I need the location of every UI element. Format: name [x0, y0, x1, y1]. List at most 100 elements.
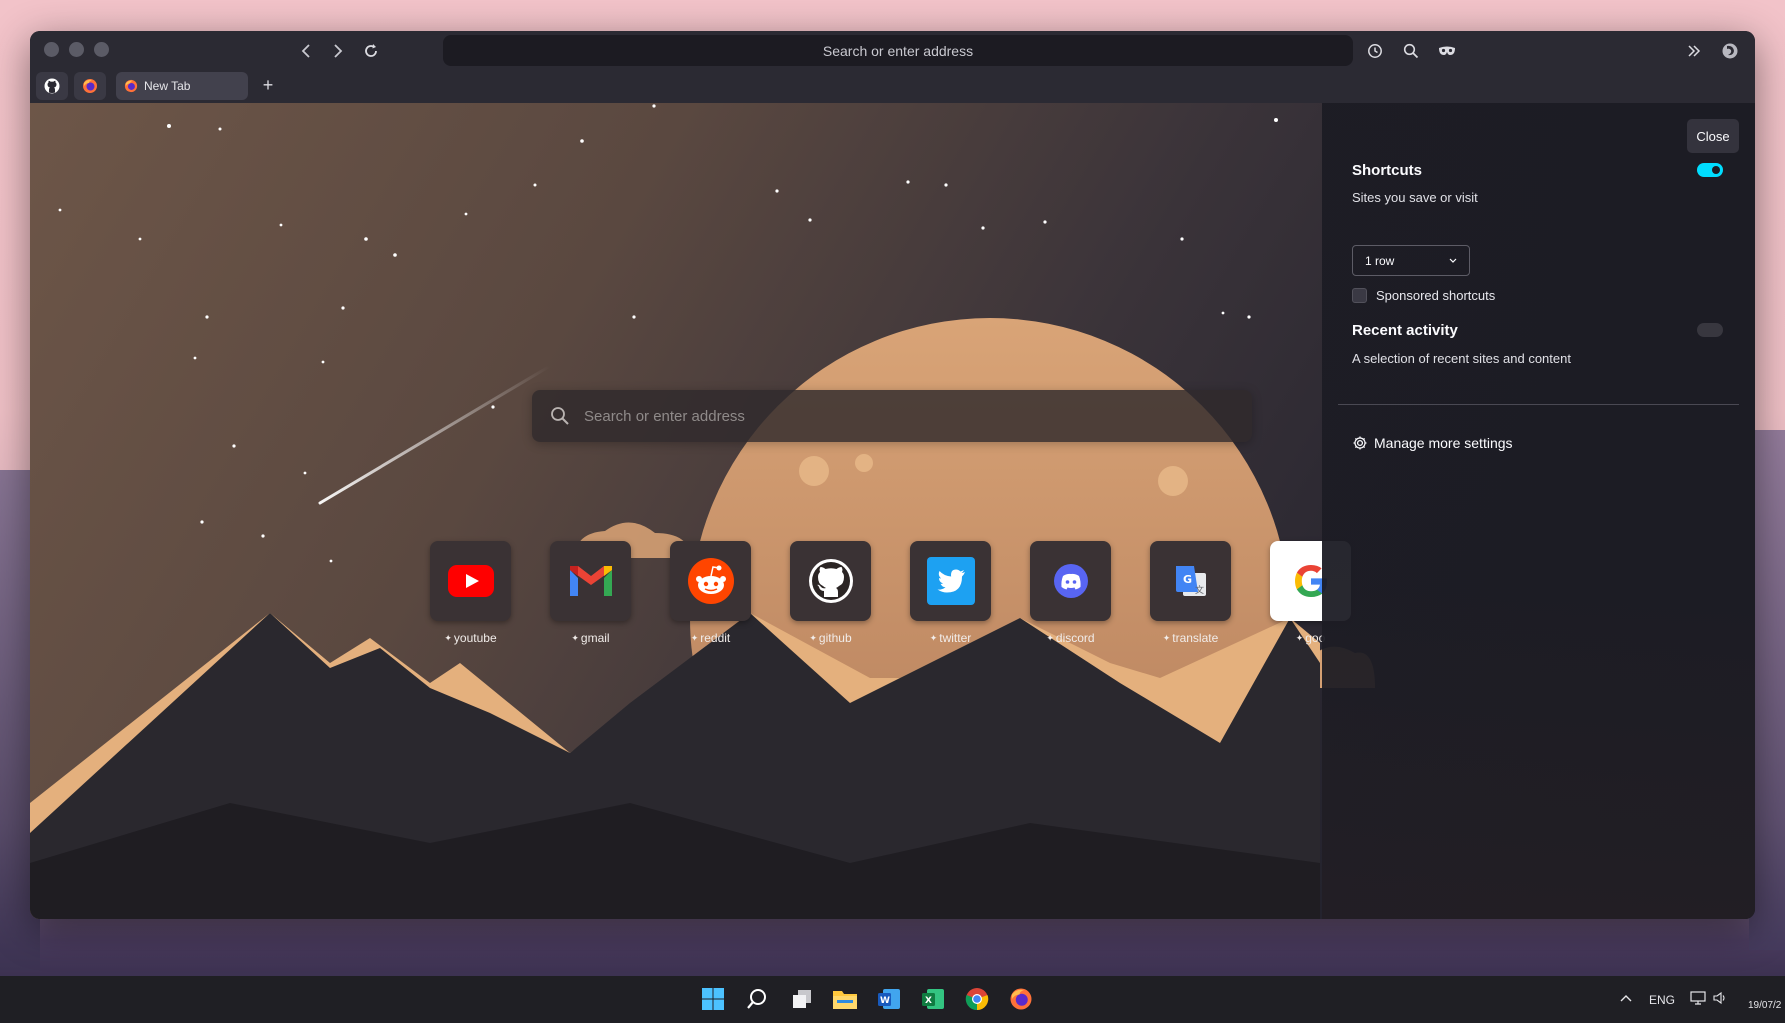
plus-icon: +: [262, 74, 274, 95]
shortcut-label: youtube: [453, 631, 497, 645]
rows-select[interactable]: 1 row: [1352, 245, 1470, 276]
sponsored-shortcuts-checkbox[interactable]: [1352, 288, 1367, 303]
private-mask-button[interactable]: [1435, 39, 1459, 63]
customize-panel: Close Shortcuts Sites you save or visit …: [1322, 103, 1755, 919]
network-icon[interactable]: [1690, 991, 1706, 1008]
gmail-icon: [569, 566, 612, 596]
github-icon: [808, 559, 853, 603]
google-translate-icon: G文: [1175, 566, 1206, 596]
shortcut-label: discord: [1055, 631, 1095, 645]
recent-activity-toggle[interactable]: [1697, 323, 1723, 337]
shortcut-tile: [1030, 541, 1111, 621]
taskbar-word[interactable]: W: [874, 984, 904, 1014]
shortcut-grid: ✦ youtube ✦ gmail ✦ reddit ✦ github ✦ tw…: [430, 541, 1351, 645]
taskbar-date[interactable]: 19/07/2: [1748, 1000, 1781, 1011]
taskbar-firefox[interactable]: [1006, 984, 1036, 1014]
taskbar: W X ENG 19/07/2: [0, 976, 1785, 1023]
tab-title: New Tab: [144, 79, 191, 93]
gear-icon: [1353, 436, 1367, 450]
taskbar-excel[interactable]: X: [918, 984, 948, 1014]
twitter-icon: [926, 557, 975, 605]
double-chevron-right-icon: [1688, 45, 1701, 57]
task-view-button[interactable]: [787, 984, 817, 1014]
reddit-icon: [687, 558, 734, 604]
account-button[interactable]: [1718, 39, 1742, 63]
pinned-tab-github[interactable]: [36, 72, 68, 100]
rows-select-value: 1 row: [1365, 253, 1395, 268]
pin-icon: ✦: [1295, 632, 1304, 643]
reload-button[interactable]: [357, 37, 385, 65]
speaker-icon: [1713, 991, 1725, 1005]
forward-button[interactable]: [324, 37, 352, 65]
sponsored-shortcuts-row[interactable]: Sponsored shortcuts: [1352, 288, 1495, 303]
divider: [1338, 404, 1739, 405]
pin-icon: ✦: [929, 632, 938, 643]
shortcut-reddit[interactable]: ✦ reddit: [670, 541, 751, 645]
shortcut-youtube[interactable]: ✦ youtube: [430, 541, 511, 645]
pin-icon: ✦: [444, 632, 452, 643]
window-maximize-dot[interactable]: [94, 42, 109, 57]
taskbar-search-button[interactable]: [742, 984, 772, 1014]
chevron-down-icon: [1449, 258, 1457, 263]
shortcuts-subtitle: Sites you save or visit: [1352, 190, 1478, 205]
svg-text:W: W: [880, 996, 890, 1006]
pin-icon: ✦: [1162, 632, 1171, 643]
address-bar-placeholder: Search or enter address: [822, 42, 974, 59]
folder-icon: [833, 991, 857, 1009]
shortcut-twitter[interactable]: ✦ twitter: [910, 541, 991, 645]
clock-icon: [1368, 44, 1382, 58]
shortcut-tile: [670, 541, 751, 621]
shortcut-gmail[interactable]: ✦ gmail: [550, 541, 631, 645]
search-button[interactable]: [1399, 39, 1423, 63]
mask-icon: [1439, 46, 1455, 55]
manage-settings-link[interactable]: Manage more settings: [1352, 435, 1513, 451]
recent-activity-subtitle: A selection of recent sites and content: [1352, 351, 1571, 366]
firefox-icon: [124, 79, 138, 93]
tab-new-tab[interactable]: New Tab: [116, 72, 248, 100]
shortcut-label: github: [818, 631, 852, 645]
firefox-icon: [1010, 988, 1032, 1010]
taskbar-file-explorer[interactable]: [830, 984, 860, 1014]
discord-icon: [1053, 564, 1088, 598]
recent-activity-title: Recent activity: [1352, 322, 1458, 339]
search-icon: [1403, 43, 1419, 59]
window-close-dot[interactable]: [44, 42, 59, 57]
shortcut-translate[interactable]: G文 ✦ translate: [1150, 541, 1231, 645]
new-tab-page: ✦youtube ✦gmail ✦reddit ✦github: [30, 103, 1755, 919]
shortcut-tile: [550, 541, 631, 621]
pin-icon: ✦: [690, 632, 699, 643]
svg-text:G: G: [1183, 573, 1192, 586]
tab-strip: New Tab +: [30, 70, 1755, 102]
shortcuts-toggle[interactable]: [1697, 163, 1723, 177]
start-button[interactable]: [698, 984, 728, 1014]
shortcut-label: twitter: [939, 631, 972, 645]
back-button[interactable]: [292, 37, 320, 65]
firefox-icon: [83, 79, 97, 93]
volume-icon[interactable]: [1713, 991, 1727, 1008]
close-button[interactable]: Close: [1687, 119, 1739, 153]
shortcut-tile: [910, 541, 991, 621]
shortcut-discord[interactable]: ✦ discord: [1030, 541, 1111, 645]
shortcut-tile: [430, 541, 511, 621]
pinned-tab-firefox[interactable]: [74, 72, 106, 100]
chrome-icon: [965, 988, 989, 1011]
history-button[interactable]: [1363, 39, 1387, 63]
address-bar[interactable]: Search or enter address: [443, 35, 1353, 66]
pin-icon: ✦: [809, 632, 817, 643]
overflow-menu-button[interactable]: [1682, 39, 1706, 63]
shortcut-github[interactable]: ✦ github: [790, 541, 871, 645]
shortcut-label: translate: [1172, 631, 1219, 645]
newtab-search-input[interactable]: [584, 407, 1144, 425]
chevron-left-icon: [301, 44, 310, 58]
windows-icon: [702, 988, 724, 1010]
language-indicator[interactable]: ENG: [1649, 993, 1675, 1007]
new-tab-button[interactable]: +: [256, 73, 280, 97]
shortcut-tile: [790, 541, 871, 621]
newtab-search-box[interactable]: [532, 390, 1252, 442]
tray-overflow-button[interactable]: [1620, 991, 1632, 1005]
manage-settings-label: Manage more settings: [1374, 435, 1513, 451]
taskbar-chrome[interactable]: [962, 984, 992, 1014]
github-icon: [44, 78, 60, 94]
task-view-icon: [793, 990, 811, 1008]
window-minimize-dot[interactable]: [69, 42, 84, 57]
